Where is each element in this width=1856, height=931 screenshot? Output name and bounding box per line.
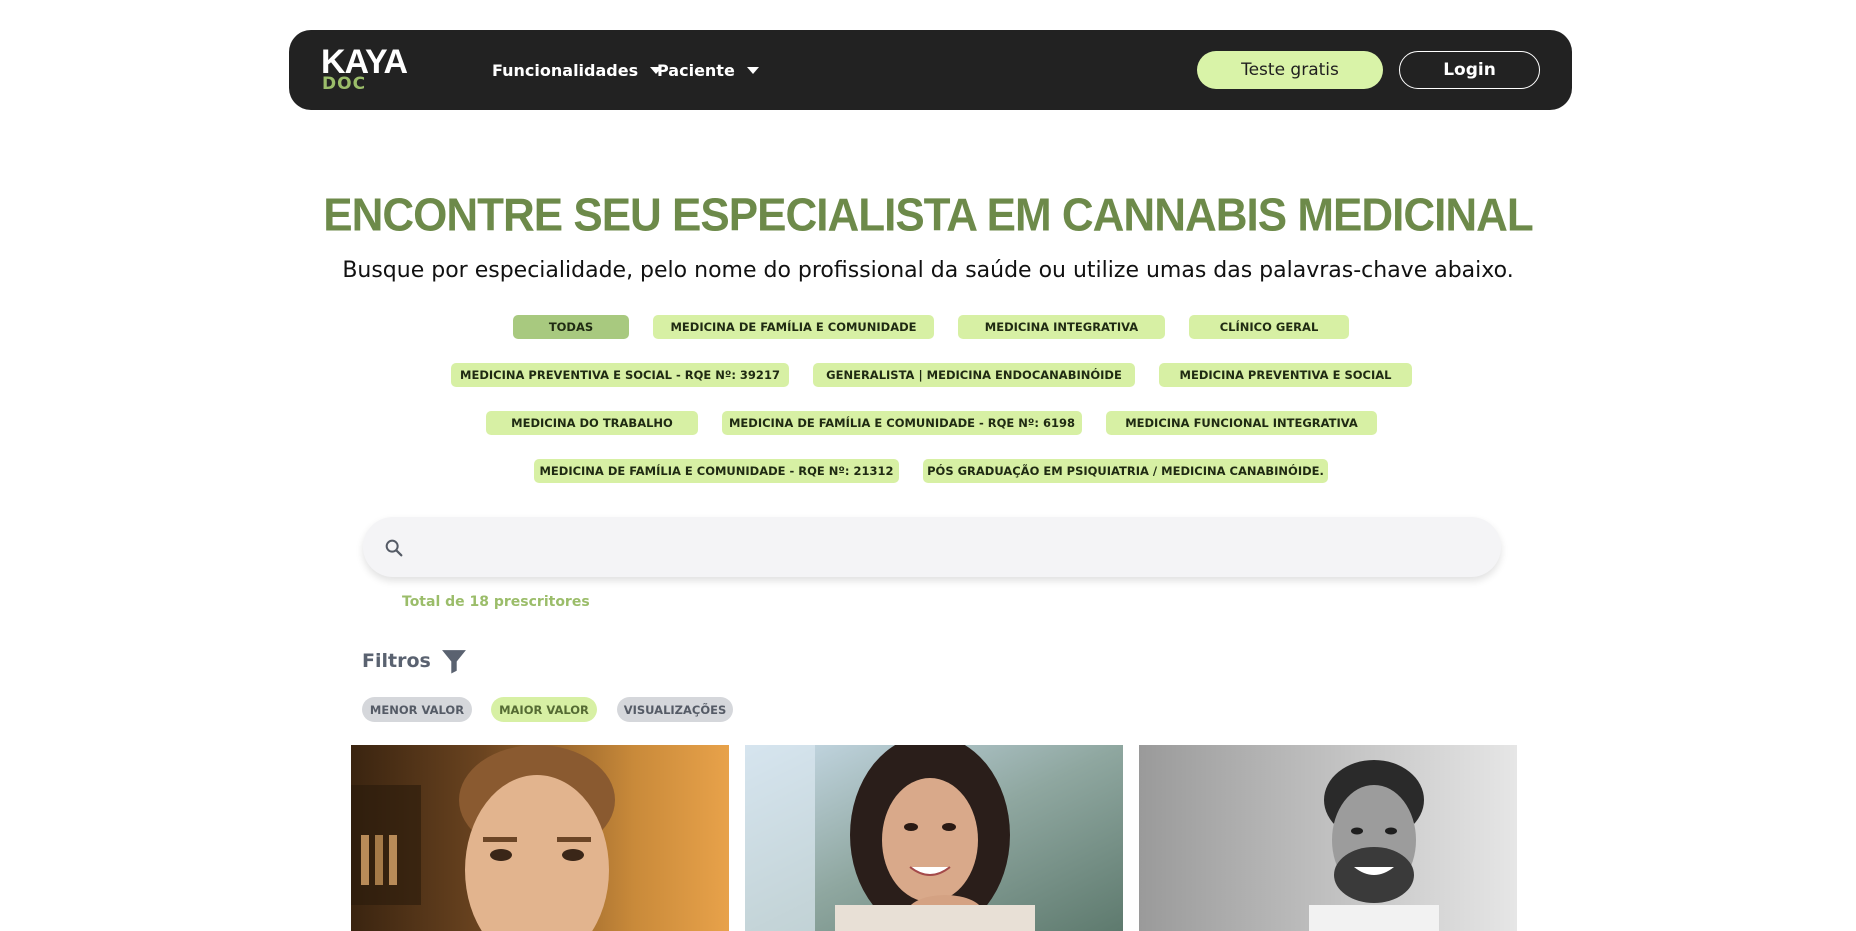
logo-doc-text: DOC — [322, 74, 367, 94]
login-button[interactable]: Login — [1399, 51, 1540, 89]
nav-funcionalidades[interactable]: Funcionalidades — [492, 58, 663, 82]
page-subtitle: Busque por especialidade, pelo nome do p… — [342, 258, 1514, 283]
top-navbar: KAYA DOC Funcionalidades Paciente Teste … — [289, 30, 1572, 110]
sort-lowest-price[interactable]: MENOR VALOR — [362, 697, 472, 722]
chip-clinico-geral[interactable]: CLÍNICO GERAL — [1189, 315, 1349, 339]
kaya-doc-logo[interactable]: KAYA DOC — [321, 45, 417, 97]
funnel-icon[interactable] — [441, 648, 467, 674]
chip-medicina-trabalho[interactable]: MEDICINA DO TRABALHO — [486, 411, 698, 435]
chip-medicina-familia[interactable]: MEDICINA DE FAMÍLIA E COMUNIDADE — [653, 315, 934, 339]
filters-label: Filtros — [362, 650, 431, 672]
search-bar[interactable] — [363, 517, 1501, 577]
results-total: Total de 18 prescritores — [402, 594, 590, 610]
chip-medicina-familia-rqe-6198[interactable]: MEDICINA DE FAMÍLIA E COMUNIDADE - RQE N… — [722, 411, 1082, 435]
chip-medicina-familia-rqe-21312[interactable]: MEDICINA DE FAMÍLIA E COMUNIDADE - RQE N… — [534, 459, 899, 483]
chip-pos-graduacao-psiquiatria[interactable]: PÓS GRADUAÇÃO EM PSIQUIATRIA / MEDICINA … — [923, 459, 1328, 483]
free-trial-button[interactable]: Teste gratis — [1197, 51, 1383, 89]
chip-medicina-preventiva[interactable]: MEDICINA PREVENTIVA E SOCIAL — [1159, 363, 1412, 387]
chip-medicina-preventiva-rqe[interactable]: MEDICINA PREVENTIVA E SOCIAL - RQE Nº: 3… — [451, 363, 789, 387]
search-input[interactable] — [421, 527, 1481, 567]
nav-paciente-label: Paciente — [657, 60, 735, 80]
chip-generalista-endocanabinoide[interactable]: GENERALISTA | MEDICINA ENDOCANABINÓIDE — [813, 363, 1135, 387]
nav-paciente[interactable]: Paciente — [657, 58, 759, 82]
doctor-photo — [351, 745, 729, 931]
chip-todas[interactable]: TODAS — [513, 315, 629, 339]
prescriber-card[interactable] — [351, 745, 729, 931]
doctor-photo — [1139, 745, 1517, 931]
search-icon — [385, 539, 403, 557]
prescriber-card[interactable] — [745, 745, 1123, 931]
page-title: ENCONTRE SEU ESPECIALISTA EM CANNABIS ME… — [323, 189, 1534, 242]
nav-funcionalidades-label: Funcionalidades — [492, 60, 639, 80]
doctor-photo — [745, 745, 1123, 931]
sort-views[interactable]: VISUALIZAÇÕES — [617, 697, 733, 722]
prescriber-card[interactable] — [1139, 745, 1517, 931]
chip-medicina-integrativa[interactable]: MEDICINA INTEGRATIVA — [958, 315, 1165, 339]
sort-highest-price[interactable]: MAIOR VALOR — [491, 697, 597, 722]
chevron-down-icon — [746, 66, 759, 74]
chip-medicina-funcional[interactable]: MEDICINA FUNCIONAL INTEGRATIVA — [1106, 411, 1377, 435]
